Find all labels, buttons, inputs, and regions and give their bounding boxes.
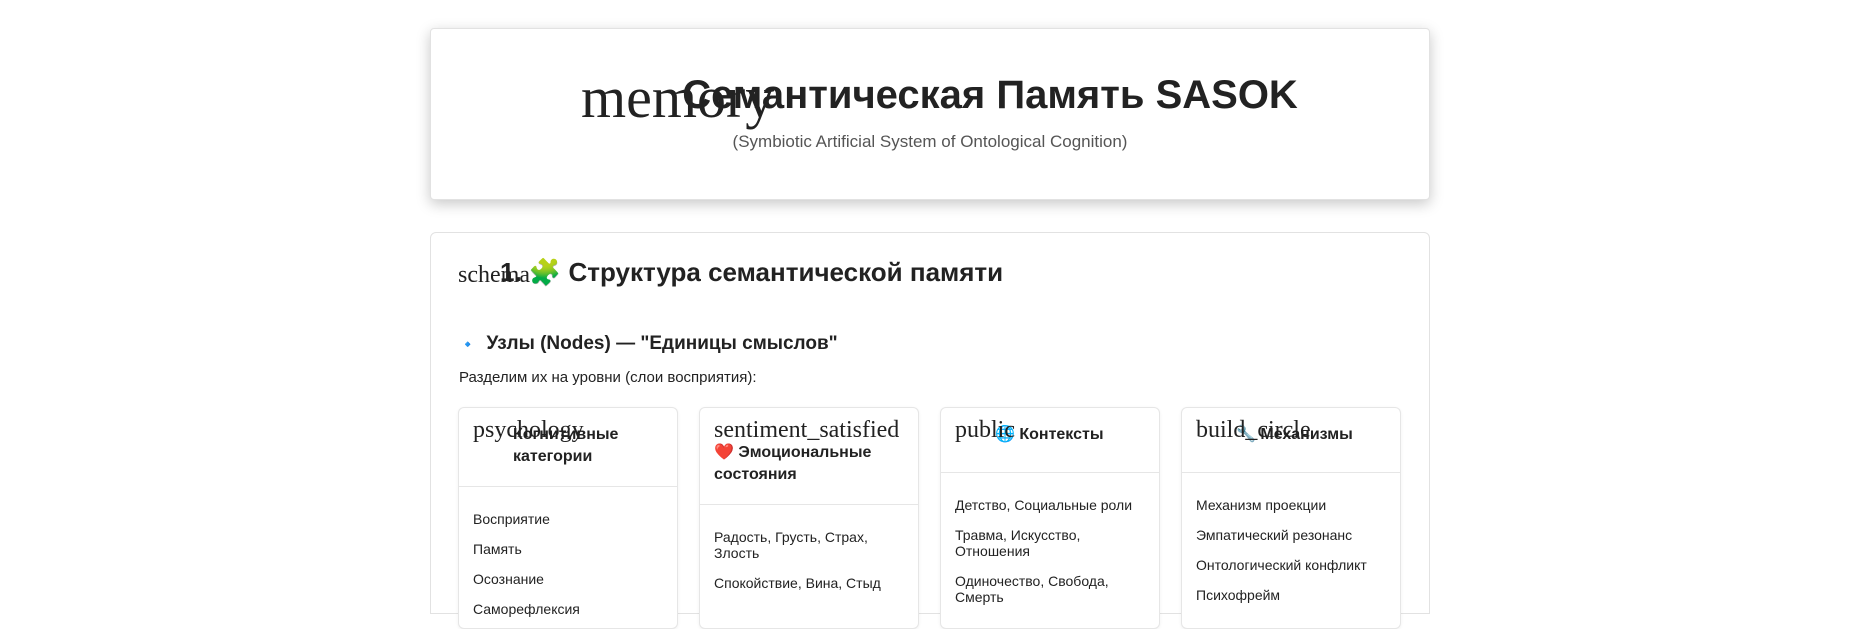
sentiment-satisfied-icon: sentiment_satisfied xyxy=(714,417,900,443)
node-card-contexts: public 🌐 Контексты Детство, Социальные р… xyxy=(940,407,1160,629)
list-item: Саморефлексия xyxy=(473,601,580,617)
list-item: Восприятие xyxy=(473,511,550,527)
list-item: Эмпатический резонанс xyxy=(1196,527,1353,543)
diamond-icon: 🔹 xyxy=(459,336,477,352)
list-item: Детство, Социальные роли xyxy=(955,497,1133,513)
build-circle-icon: build_circle xyxy=(1196,417,1311,443)
node-items: Радость, Грусть, Страх, Злость Спокойств… xyxy=(700,505,918,591)
node-card-mechanisms: build_circle 🔧 Механизмы Механизм проекц… xyxy=(1181,407,1401,629)
structure-section: schema 1. 🧩 Структура семантической памя… xyxy=(430,232,1430,629)
node-items: Детство, Социальные роли Травма, Искусст… xyxy=(941,473,1159,605)
node-card-header: sentiment_satisfied ❤️ Эмоциональные сос… xyxy=(700,408,918,505)
list-item: Механизм проекции xyxy=(1196,497,1327,513)
node-items: Механизм проекции Эмпатический резонанс … xyxy=(1182,473,1400,603)
node-card-header: psychology Когнитивные категории xyxy=(459,408,677,487)
public-icon: public xyxy=(955,417,1015,443)
list-item: Радость, Грусть, Страх, Злость xyxy=(714,529,868,561)
list-item: Психофрейм xyxy=(1196,587,1281,603)
node-card-header: public 🌐 Контексты xyxy=(941,408,1159,473)
list-item: Память xyxy=(473,541,522,557)
node-card-emotional: sentiment_satisfied ❤️ Эмоциональные сос… xyxy=(699,407,919,629)
list-item: Онтологический конфликт xyxy=(1196,557,1367,573)
section-title: 1. 🧩 Структура семантической памяти xyxy=(500,257,1004,287)
node-card-cognitive: psychology Когнитивные категории Восприя… xyxy=(458,407,678,629)
psychology-icon: psychology xyxy=(473,417,584,443)
header-card: memory Семантическая Память SASOK (Symbi… xyxy=(430,28,1430,200)
page-subtitle: (Symbiotic Artificial System of Ontologi… xyxy=(732,132,1128,151)
list-item: Травма, Искусство, Отношения xyxy=(955,527,1081,559)
list-item: Осознание xyxy=(473,571,544,587)
subsection-title: 🔹 Узлы (Nodes) — "Единицы смыслов" xyxy=(459,333,838,355)
page-title: Семантическая Память SASOK xyxy=(682,73,1298,117)
list-item: Одиночество, Свобода, Смерть xyxy=(955,573,1109,605)
node-card-header: build_circle 🔧 Механизмы xyxy=(1182,408,1400,473)
subsection-title-text: Узлы (Nodes) — "Единицы смыслов" xyxy=(486,333,838,354)
intro-text: Разделим их на уровни (слои восприятия): xyxy=(459,369,757,386)
list-item: Спокойствие, Вина, Стыд xyxy=(714,575,881,591)
